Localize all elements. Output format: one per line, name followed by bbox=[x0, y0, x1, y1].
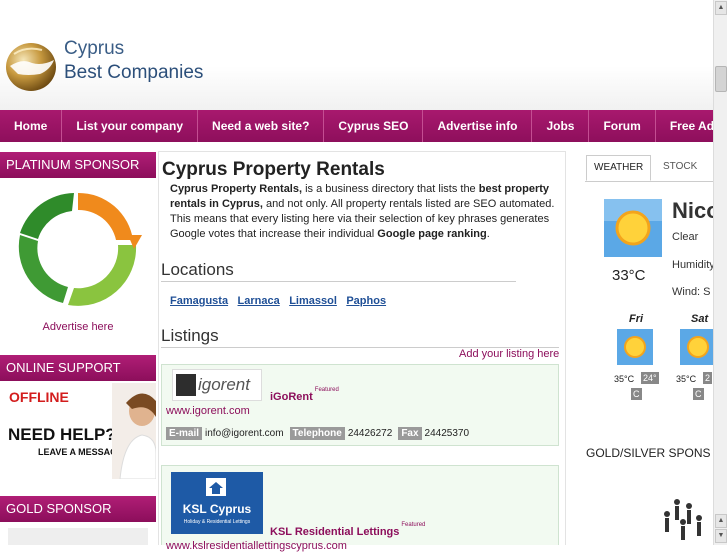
add-listing-link[interactable]: Add your listing here bbox=[459, 348, 559, 360]
location-limassol[interactable]: Limassol bbox=[289, 295, 337, 307]
main-nav: Home List your company Need a web site? … bbox=[0, 110, 721, 142]
listing-contact-row: E-mail info@igorent.com Telephone 24426272 F… bbox=[166, 423, 475, 441]
online-support-heading: ONLINE SUPPORT bbox=[0, 355, 156, 381]
scroll-down-arrow-icon[interactable]: ▼ bbox=[715, 529, 727, 543]
offline-status: OFFLINE bbox=[9, 389, 69, 405]
intro-text: Cyprus Property Rentals, is a business d… bbox=[170, 183, 555, 240]
sunny-forecast-icon-wrap bbox=[680, 329, 713, 365]
intro-bold-1: Cyprus Property Rentals, bbox=[170, 183, 303, 195]
listing-name[interactable]: KSL Residential Lettings bbox=[270, 526, 399, 538]
listing-card: KSL Cyprus Holiday & Residential Letting… bbox=[161, 465, 559, 552]
vertical-scrollbar[interactable]: ▲ ▲ ▼ bbox=[713, 0, 727, 545]
telephone-label: Telephone bbox=[289, 427, 345, 440]
platinum-sponsor-heading: PLATINUM SPONSOR bbox=[0, 152, 156, 178]
ksl-logo-text: KSL Cyprus bbox=[182, 502, 252, 516]
forecast-day-sat: Sat bbox=[691, 313, 709, 325]
featured-badge: Featured bbox=[401, 522, 426, 528]
forecast-high-sat: 2 bbox=[703, 372, 713, 384]
page-title: Cyprus Property Rentals bbox=[162, 159, 385, 180]
tab-stock[interactable]: STOCK bbox=[656, 155, 704, 181]
advertise-here-link[interactable]: Advertise here bbox=[0, 321, 156, 333]
email-value[interactable]: info@igorent.com bbox=[205, 428, 284, 439]
featured-badge: Featured bbox=[314, 387, 339, 393]
email-label: E-mail bbox=[166, 427, 203, 440]
locations-divider bbox=[161, 281, 516, 282]
intro-bold-3: Google page ranking bbox=[377, 228, 487, 240]
sunny-forecast-icon bbox=[617, 329, 653, 365]
igorent-logo-mark-icon bbox=[176, 374, 196, 396]
humidity-text: Humidity bbox=[672, 259, 713, 271]
listing-url[interactable]: www.igorent.com bbox=[166, 405, 250, 417]
listing-url[interactable]: www.kslresidentiallettingscyprus.com bbox=[166, 540, 347, 552]
support-banner[interactable]: OFFLINE NEED HELP? LEAVE A MESSAGE bbox=[0, 383, 156, 479]
house-logo-icon bbox=[206, 478, 226, 496]
listing-card: igorent iGoRentFeatured www.igorent.com … bbox=[161, 364, 559, 446]
forecast-low-sat: 35°C bbox=[676, 374, 697, 384]
nav-need-a-web-site[interactable]: Need a web site? bbox=[198, 110, 325, 142]
forecast-extra-fri: C bbox=[631, 388, 642, 400]
locations-heading: Locations bbox=[161, 260, 234, 279]
forecast-extra-sat: C bbox=[693, 388, 704, 400]
nav-advertise-info[interactable]: Advertise info bbox=[423, 110, 533, 142]
nav-jobs[interactable]: Jobs bbox=[532, 110, 590, 142]
weather-condition: Clear bbox=[672, 231, 699, 243]
fax-value: 24425370 bbox=[424, 428, 470, 439]
nav-forum[interactable]: Forum bbox=[589, 110, 656, 142]
support-agent-photo-icon bbox=[112, 383, 156, 479]
igorent-logo-text: igorent bbox=[198, 375, 250, 394]
sponsor-people-graphic-icon bbox=[664, 499, 702, 540]
telephone-value: 24426272 bbox=[347, 428, 393, 439]
tab-weather[interactable]: WEATHER bbox=[586, 155, 652, 181]
location-famagusta[interactable]: Famagusta bbox=[170, 295, 228, 307]
ksl-logo-subtext: Holiday & Residential Lettings bbox=[183, 519, 251, 525]
fax-label: Fax bbox=[398, 427, 422, 440]
gold-silver-sponsor-heading: GOLD/SILVER SPONS bbox=[586, 446, 711, 460]
logo-text-line1[interactable]: Cyprus bbox=[64, 38, 124, 60]
need-help-text: NEED HELP? bbox=[8, 425, 116, 444]
globe-logo-icon[interactable] bbox=[4, 36, 60, 94]
wind-text: Wind: S bbox=[672, 286, 711, 298]
igorent-logo[interactable]: igorent bbox=[172, 369, 262, 401]
nav-cyprus-seo[interactable]: Cyprus SEO bbox=[324, 110, 424, 142]
gold-sponsor-slot[interactable] bbox=[8, 528, 148, 545]
scroll-up-arrow-icon-lower[interactable]: ▲ bbox=[715, 514, 727, 528]
scroll-up-arrow-icon[interactable]: ▲ bbox=[715, 1, 727, 15]
sunny-weather-icon bbox=[604, 199, 662, 257]
location-larnaca[interactable]: Larnaca bbox=[238, 295, 280, 307]
forecast-low-fri: 35°C bbox=[614, 374, 635, 384]
gold-sponsor-heading: GOLD SPONSOR bbox=[0, 496, 156, 522]
ksl-logo[interactable]: KSL Cyprus Holiday & Residential Letting… bbox=[171, 472, 263, 534]
locations-list: Famagusta Larnaca Limassol Paphos bbox=[170, 291, 391, 309]
forecast-day-fri: Fri bbox=[629, 313, 644, 325]
city-name: Nico bbox=[672, 198, 713, 223]
nav-list-your-company[interactable]: List your company bbox=[62, 110, 199, 142]
forecast-high-fri: 24° bbox=[641, 372, 659, 384]
listing-name[interactable]: iGoRent bbox=[270, 391, 313, 403]
scrollbar-thumb[interactable] bbox=[715, 66, 727, 92]
listings-heading: Listings bbox=[161, 326, 219, 345]
nav-home[interactable]: Home bbox=[0, 110, 63, 142]
leave-message-text: LEAVE A MESSAGE bbox=[38, 447, 124, 457]
tabs-divider bbox=[585, 181, 713, 182]
sponsor-recycle-logo-icon[interactable] bbox=[8, 185, 148, 310]
site-header: Cyprus Best Companies bbox=[0, 0, 713, 110]
logo-text-line2[interactable]: Best Companies bbox=[64, 62, 203, 84]
location-paphos[interactable]: Paphos bbox=[346, 295, 386, 307]
current-temperature: 33°C bbox=[612, 267, 646, 284]
sunny-forecast-icon bbox=[680, 329, 713, 365]
